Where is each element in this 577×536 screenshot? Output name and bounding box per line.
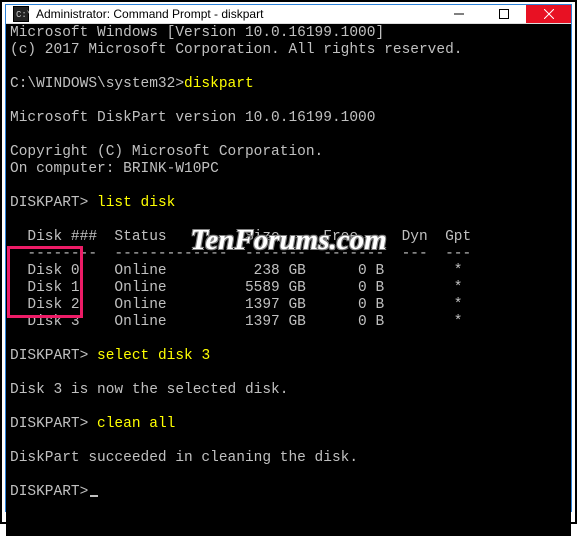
table-row: Disk 2 Online 1397 GB 0 B * (10, 297, 462, 313)
command-prompt-window: C:\ Administrator: Command Prompt - disk… (5, 4, 572, 512)
diskpart-prompt: DISKPART> (10, 348, 88, 364)
terminal-output[interactable]: Microsoft Windows [Version 10.0.16199.10… (6, 24, 571, 536)
line-dp-copyright: Copyright (C) Microsoft Corporation. (10, 144, 323, 160)
table-row: Disk 3 Online 1397 GB 0 B * (10, 314, 462, 330)
window-title: Administrator: Command Prompt - diskpart (36, 7, 436, 21)
table-row: Disk 0 Online 238 GB 0 B * (10, 263, 462, 279)
table-header: Disk ### Status Size Free Dyn Gpt (10, 229, 471, 245)
line-winver: Microsoft Windows [Version 10.0.16199.10… (10, 25, 384, 41)
maximize-button[interactable] (481, 5, 526, 23)
prompt-path: C:\WINDOWS\system32> (10, 76, 184, 92)
cmd-diskpart: diskpart (184, 76, 254, 92)
diskpart-prompt: DISKPART> (10, 195, 88, 211)
diskpart-prompt: DISKPART> (10, 416, 88, 432)
minimize-button[interactable] (436, 5, 481, 23)
titlebar[interactable]: C:\ Administrator: Command Prompt - disk… (6, 5, 571, 24)
line-clean-msg: DiskPart succeeded in cleaning the disk. (10, 450, 358, 466)
table-row: Disk 1 Online 5589 GB 0 B * (10, 280, 462, 296)
svg-text:C:\: C:\ (16, 10, 29, 20)
line-select-msg: Disk 3 is now the selected disk. (10, 382, 288, 398)
cursor-icon (90, 495, 98, 497)
table-separator: -------- ------------- ------- ------- -… (10, 246, 471, 262)
diskpart-prompt: DISKPART> (10, 484, 88, 500)
cmd-list-disk: list disk (97, 195, 175, 211)
line-dp-version: Microsoft DiskPart version 10.0.16199.10… (10, 110, 375, 126)
line-dp-computer: On computer: BRINK-W10PC (10, 161, 219, 177)
line-copyright: (c) 2017 Microsoft Corporation. All righ… (10, 42, 462, 58)
window-controls (436, 5, 571, 23)
cmd-clean-all: clean all (97, 416, 175, 432)
cmd-icon: C:\ (12, 5, 30, 23)
close-button[interactable] (526, 5, 571, 23)
cmd-select-disk: select disk 3 (97, 348, 210, 364)
outer-container: C:\ Administrator: Command Prompt - disk… (0, 0, 577, 524)
